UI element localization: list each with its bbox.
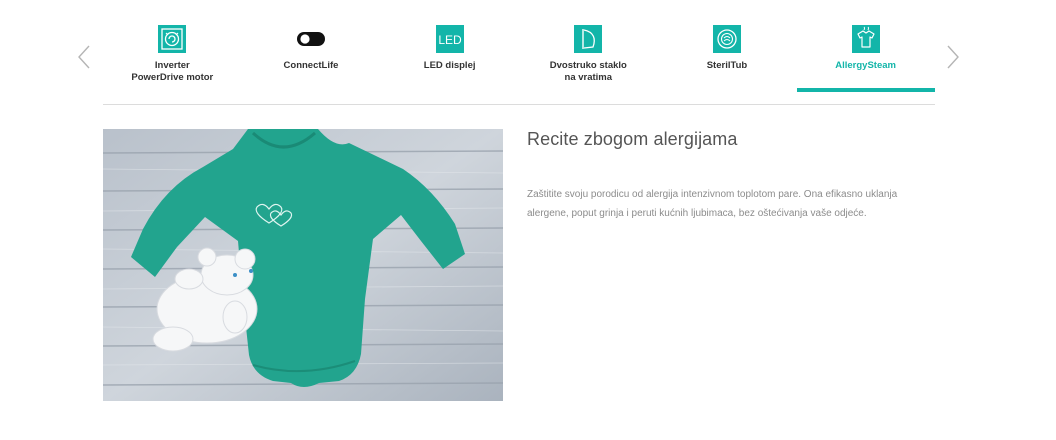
tab-connectlife[interactable]: ConnectLife [242, 24, 381, 92]
allergysteam-icon [851, 24, 881, 54]
tab-label: SterilTub [706, 60, 748, 71]
tab-label: Dvostruko staklo na vratima [549, 60, 627, 83]
connectlife-toggle-icon [296, 24, 326, 54]
feature-content: Recite zbogom alergijama Zaštitite svoju… [527, 129, 927, 223]
led-icon-text: LED [438, 33, 462, 47]
tabs-divider [103, 104, 935, 105]
tab-allergysteam[interactable]: AllergySteam [796, 24, 935, 92]
baby-bodysuit-photo [103, 129, 503, 401]
led-display-icon: LED [435, 24, 465, 54]
feature-description: Zaštitite svoju porodicu od alergija int… [527, 189, 898, 219]
double-glass-door-icon [573, 24, 603, 54]
tab-led-display[interactable]: LED LED displej [380, 24, 519, 92]
tab-label: ConnectLife [283, 60, 339, 71]
tab-steriltub[interactable]: SterilTub [658, 24, 797, 92]
inverter-motor-icon [157, 24, 187, 54]
tab-label: Inverter PowerDrive motor [131, 60, 214, 83]
tab-label: LED displej [423, 60, 476, 71]
tab-label: AllergySteam [835, 60, 896, 71]
tab-double-glass[interactable]: Dvostruko staklo na vratima [519, 24, 658, 92]
feature-tabs: Inverter PowerDrive motor ConnectLife LE… [103, 24, 935, 92]
feature-title: Recite zbogom alergijama [527, 129, 738, 149]
chevron-right-icon[interactable] [946, 44, 960, 70]
chevron-left-icon[interactable] [77, 44, 91, 70]
tab-inverter-motor[interactable]: Inverter PowerDrive motor [103, 24, 242, 92]
feature-carousel: Inverter PowerDrive motor ConnectLife LE… [0, 0, 1056, 105]
steriltub-icon [712, 24, 742, 54]
